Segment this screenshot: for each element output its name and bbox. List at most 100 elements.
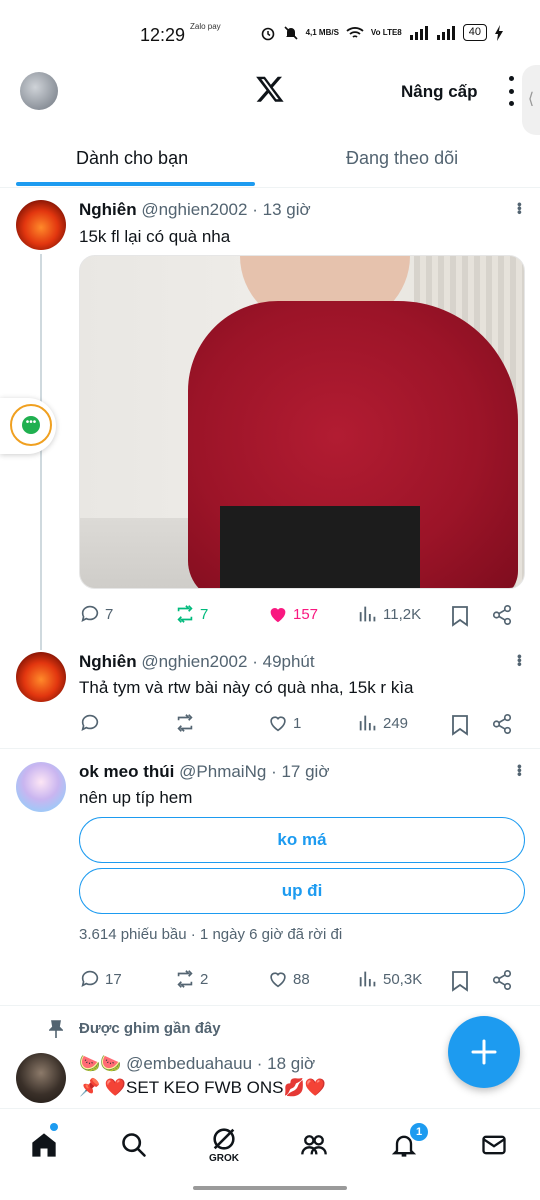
reply-button[interactable]: 7 — [79, 603, 113, 625]
signal-icon — [409, 25, 428, 40]
author-handle[interactable]: @nghien2002 — [141, 652, 247, 671]
views-button[interactable]: 249 — [357, 712, 408, 734]
pin-icon — [49, 1020, 63, 1038]
profile-avatar[interactable] — [20, 72, 58, 110]
nav-messages[interactable] — [474, 1125, 514, 1165]
repost-button[interactable]: 2 — [174, 968, 208, 990]
alarm-icon — [261, 27, 274, 40]
plus-icon — [471, 1039, 497, 1065]
charging-icon — [495, 24, 503, 41]
reply-icon — [81, 970, 99, 987]
views-icon — [359, 971, 376, 987]
like-count: 1 — [293, 714, 302, 732]
repost-button[interactable]: 7 — [174, 603, 208, 625]
nav-search[interactable] — [114, 1125, 154, 1165]
share-icon[interactable] — [491, 604, 513, 626]
repost-icon — [177, 970, 193, 988]
like-count: 88 — [293, 970, 310, 988]
post-image[interactable] — [79, 255, 525, 589]
bookmark-icon[interactable] — [450, 605, 470, 627]
chat-icon: ••• — [22, 416, 40, 434]
like-button[interactable]: 157 — [267, 603, 318, 625]
active-tab-indicator — [16, 182, 255, 186]
post-time: 49phút — [262, 652, 315, 671]
share-icon[interactable] — [491, 713, 513, 735]
net-type: Vo LTE8 — [370, 27, 402, 37]
net-speed: 4,1 MB/S — [305, 27, 339, 37]
share-icon[interactable] — [491, 969, 513, 991]
heart-icon — [270, 716, 286, 732]
status-icons: 4,1 MB/S Vo LTE8 40 — [260, 24, 504, 41]
bookmark-icon[interactable] — [450, 714, 470, 736]
like-button[interactable]: 1 — [267, 712, 301, 734]
post-actions: 1 249 — [79, 712, 525, 740]
post-header: Nghiên @nghien2002 · 13 giờ — [79, 200, 311, 219]
tab-following[interactable]: Đang theo dõi — [346, 148, 458, 169]
pinned-label: Được ghim gần đây — [79, 1020, 221, 1037]
bookmark-icon[interactable] — [450, 970, 470, 992]
post-avatar[interactable] — [16, 1053, 66, 1103]
post-divider — [0, 748, 540, 749]
x-logo-icon — [256, 76, 284, 102]
compose-post-button[interactable] — [448, 1016, 520, 1088]
like-button[interactable]: 88 — [267, 968, 310, 990]
poll-option-2[interactable]: up đi — [79, 868, 525, 914]
post-avatar[interactable] — [16, 652, 66, 702]
post-text: 📌 ❤️SET KEO FWB ONS💋❤️ — [79, 1078, 326, 1097]
post-avatar[interactable] — [16, 762, 66, 812]
post-text: Thả tym và rtw bài này có quà nha, 15k r… — [79, 678, 414, 697]
more-options-icon[interactable] — [506, 76, 516, 106]
post-text: nên up típ hem — [79, 788, 193, 807]
post-more-icon[interactable]: ••• — [512, 764, 528, 776]
post-time: 18 giờ — [267, 1054, 316, 1073]
nav-home[interactable] — [24, 1125, 64, 1165]
repost-icon — [177, 714, 193, 732]
views-count: 249 — [383, 714, 409, 732]
post-time: 13 giờ — [262, 200, 311, 219]
post-more-icon[interactable]: ••• — [512, 202, 528, 214]
author-name[interactable]: Nghiên — [79, 652, 137, 671]
edge-panel-handle[interactable]: ⟨ — [522, 65, 540, 135]
gesture-bar — [193, 1186, 347, 1190]
reply-count: 7 — [105, 605, 114, 623]
nav-communities[interactable] — [294, 1125, 334, 1165]
views-icon — [359, 606, 376, 622]
reply-icon — [81, 714, 99, 731]
views-count: 50,3K — [383, 970, 423, 988]
upgrade-button[interactable]: Nâng cấp — [401, 82, 478, 102]
views-button[interactable]: 11,2K — [357, 603, 421, 625]
like-count: 157 — [293, 605, 319, 623]
top-app-bar: Nâng cấp — [0, 70, 540, 130]
author-name[interactable]: 🍉🍉 — [79, 1054, 121, 1073]
home-unread-dot — [50, 1123, 58, 1131]
reply-count: 17 — [105, 970, 122, 988]
grok-label: GROK — [209, 1153, 239, 1164]
reply-button[interactable]: 17 — [79, 968, 122, 990]
post-avatar[interactable] — [16, 200, 66, 250]
post-more-icon[interactable]: ••• — [512, 654, 528, 666]
reply-button[interactable] — [79, 712, 105, 734]
heart-icon — [270, 972, 286, 988]
post-header: Nghiên @nghien2002 · 49phút — [79, 652, 315, 671]
author-handle[interactable]: @embeduahauu — [126, 1054, 252, 1073]
author-name[interactable]: Nghiên — [79, 200, 137, 219]
tab-for-you[interactable]: Dành cho bạn — [76, 148, 188, 169]
views-button[interactable]: 50,3K — [357, 968, 422, 990]
grok-icon — [213, 1128, 235, 1150]
post-text: 15k fl lại có quà nha — [79, 227, 231, 246]
post-time: 17 giờ — [281, 762, 330, 781]
author-name[interactable]: ok meo thúi — [79, 762, 174, 781]
author-handle[interactable]: @PhmaiNg — [179, 762, 266, 781]
repost-count: 7 — [200, 605, 209, 623]
thread-line — [40, 254, 42, 650]
chat-head-bubble[interactable]: ••• — [0, 398, 56, 454]
author-handle[interactable]: @nghien2002 — [141, 200, 247, 219]
poll-option-1[interactable]: ko má — [79, 817, 525, 863]
reply-icon — [81, 605, 99, 622]
repost-button[interactable] — [174, 712, 200, 734]
timeline-tabs: Dành cho bạn Đang theo dõi — [0, 130, 540, 188]
heart-filled-icon — [270, 608, 286, 623]
poll-meta: 3.614 phiếu bầu · 1 ngày 6 giờ đã rời đi — [79, 926, 343, 943]
notification-badge: 1 — [410, 1123, 428, 1141]
post-actions: 17 2 88 50,3K — [79, 968, 525, 996]
